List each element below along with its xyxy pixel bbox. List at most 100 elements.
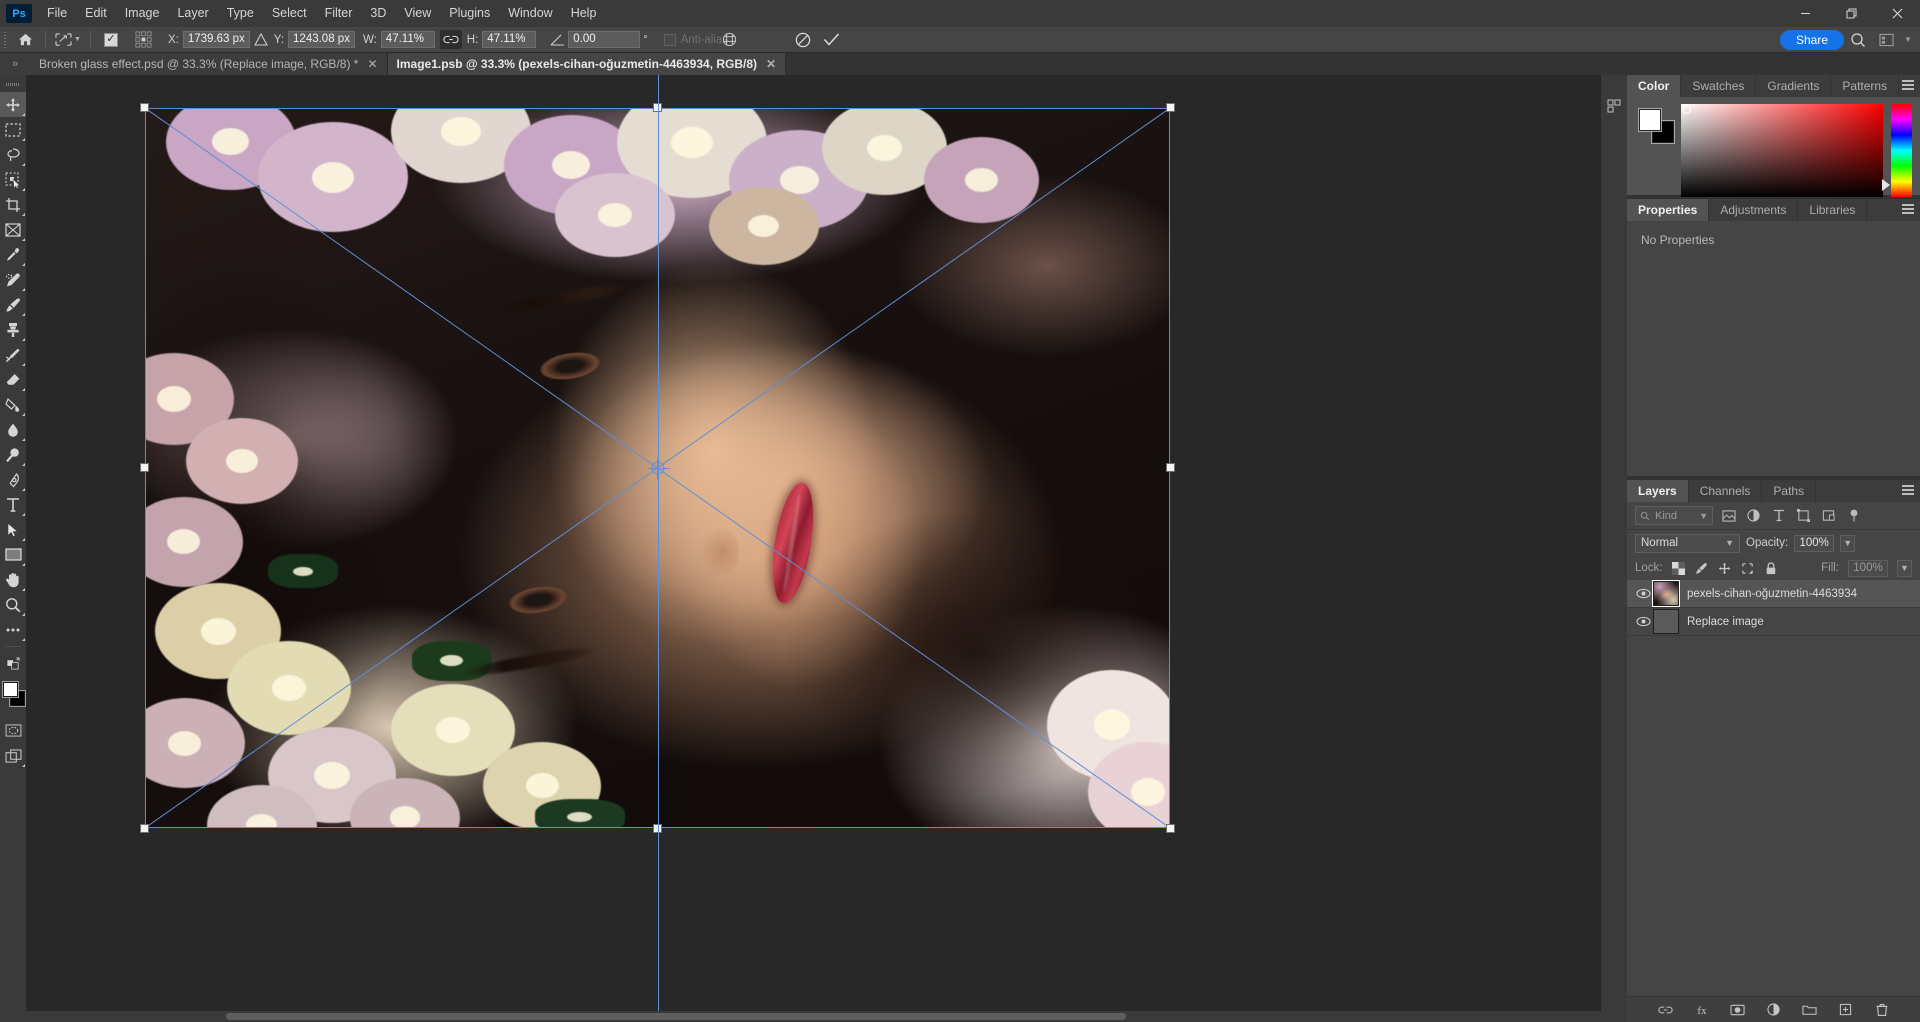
opacity-chevron-down-icon[interactable]: ▼ [1840,534,1856,552]
tab-paths[interactable]: Paths [1762,480,1817,502]
rectangle-tool[interactable] [0,542,26,567]
history-brush-tool[interactable] [0,342,26,367]
zoom-tool[interactable] [0,592,26,617]
menu-filter[interactable]: Filter [316,0,362,27]
filter-toggle-icon[interactable] [1846,508,1861,523]
opacity-input[interactable]: 100% [1794,534,1835,552]
filter-type-icon[interactable] [1771,508,1786,523]
panel-menu-icon[interactable] [1902,80,1914,91]
layer-mask-icon[interactable] [1730,1002,1746,1018]
blur-tool[interactable] [0,417,26,442]
menu-type[interactable]: Type [218,0,263,27]
search-icon[interactable] [1844,27,1872,53]
default-colors-icon[interactable] [0,651,26,676]
tab-color[interactable]: Color [1627,75,1682,97]
blend-mode-select[interactable]: Normal ▼ [1635,533,1740,553]
tab-adjustments[interactable]: Adjustments [1709,199,1799,221]
menu-layer[interactable]: Layer [168,0,217,27]
lock-image-pixels-icon[interactable] [1695,561,1709,575]
edit-toolbar-tool[interactable] [0,617,26,642]
rectangular-marquee-tool[interactable] [0,117,26,142]
history-icon[interactable] [1601,93,1627,119]
color-spectrum-field[interactable] [1681,104,1883,197]
hand-tool[interactable] [0,567,26,592]
panel-menu-icon[interactable] [1902,204,1914,215]
tools-panel-grip[interactable] [0,79,26,89]
eye-icon[interactable] [1633,616,1653,627]
path-selection-tool[interactable] [0,517,26,542]
document-tab-image1[interactable]: Image1.psb @ 33.3% (pexels-cihan-oğuzmet… [387,53,787,75]
filter-adjustment-icon[interactable] [1746,508,1761,523]
chevron-down-icon[interactable]: ▼ [1900,27,1916,53]
eye-icon[interactable] [1633,588,1653,599]
cancel-transform-icon[interactable] [789,27,817,53]
adjustment-layer-icon[interactable] [1766,1002,1782,1018]
hue-slider[interactable] [1882,104,1912,197]
close-tab-icon[interactable]: ✕ [766,57,776,71]
eyedropper-tool[interactable] [0,242,26,267]
home-icon[interactable] [10,27,40,53]
fill-input[interactable]: 100% [1848,559,1888,577]
frame-tool[interactable] [0,217,26,242]
new-group-icon[interactable] [1802,1002,1818,1018]
menu-help[interactable]: Help [562,0,606,27]
close-icon[interactable] [1874,0,1920,27]
layer-style-icon[interactable]: fx [1694,1002,1710,1018]
menu-plugins[interactable]: Plugins [440,0,499,27]
menu-file[interactable]: File [38,0,76,27]
options-bar-grip[interactable] [0,27,10,53]
document-tab-broken-glass[interactable]: Broken glass effect.psd @ 33.3% (Replace… [30,53,388,75]
filter-smart-object-icon[interactable] [1821,508,1836,523]
document-canvas-area[interactable] [26,75,1626,1022]
pen-tool[interactable] [0,467,26,492]
fill-chevron-down-icon[interactable]: ▼ [1897,559,1912,577]
tab-bar-overflow-icon[interactable]: » [0,53,30,75]
close-tab-icon[interactable]: ✕ [367,57,377,71]
layer-thumbnail[interactable] [1653,609,1679,634]
panel-menu-icon[interactable] [1902,485,1914,496]
minimize-icon[interactable] [1782,0,1828,27]
layer-kind-filter-select[interactable]: Kind ▼ [1635,506,1713,525]
warp-icon[interactable] [715,27,743,53]
lock-all-icon[interactable] [1764,561,1778,575]
height-input[interactable]: 47.11% [482,31,537,48]
tab-gradients[interactable]: Gradients [1756,75,1832,97]
toggle-reference-point-checkbox[interactable]: ✓ [96,32,126,47]
screen-mode-icon[interactable] [0,743,26,768]
image-canvas[interactable] [140,75,1175,1022]
menu-edit[interactable]: Edit [76,0,116,27]
lock-position-icon[interactable] [1718,561,1732,575]
y-input[interactable]: 1243.08 px [288,31,355,48]
menu-select[interactable]: Select [263,0,316,27]
tab-libraries[interactable]: Libraries [1798,199,1868,221]
layer-thumbnail[interactable] [1653,581,1679,606]
tab-channels[interactable]: Channels [1688,480,1763,502]
tab-layers[interactable]: Layers [1627,480,1689,502]
commit-transform-icon[interactable] [817,27,845,53]
canvas-horizontal-scrollbar[interactable] [26,1011,1626,1022]
workspace-icon[interactable] [1872,27,1900,53]
reference-point-grid[interactable] [126,30,160,49]
menu-image[interactable]: Image [116,0,169,27]
width-input[interactable]: 47.11% [380,31,435,48]
share-button[interactable]: Share [1779,29,1844,50]
free-transform-tool-icon[interactable]: ▼ [51,27,85,53]
link-layers-icon[interactable] [1658,1002,1674,1018]
restore-icon[interactable] [1828,0,1874,27]
filter-shape-icon[interactable] [1796,508,1811,523]
table-row[interactable]: pexels-cihan-oğuzmetin-4463934 [1627,580,1920,608]
lasso-tool[interactable] [0,142,26,167]
lock-transparent-pixels-icon[interactable] [1672,561,1686,575]
eraser-tool[interactable] [0,367,26,392]
delete-layer-icon[interactable] [1874,1002,1890,1018]
clone-stamp-tool[interactable] [0,317,26,342]
dodge-tool[interactable] [0,442,26,467]
new-layer-icon[interactable] [1838,1002,1854,1018]
menu-view[interactable]: View [395,0,440,27]
move-tool[interactable] [0,92,26,117]
color-panel-foreground-swatch[interactable] [1639,109,1661,131]
x-input[interactable]: 1739.63 px [182,31,250,48]
menu-3d[interactable]: 3D [361,0,395,27]
angle-icon[interactable] [546,33,568,46]
tab-properties[interactable]: Properties [1627,199,1710,221]
